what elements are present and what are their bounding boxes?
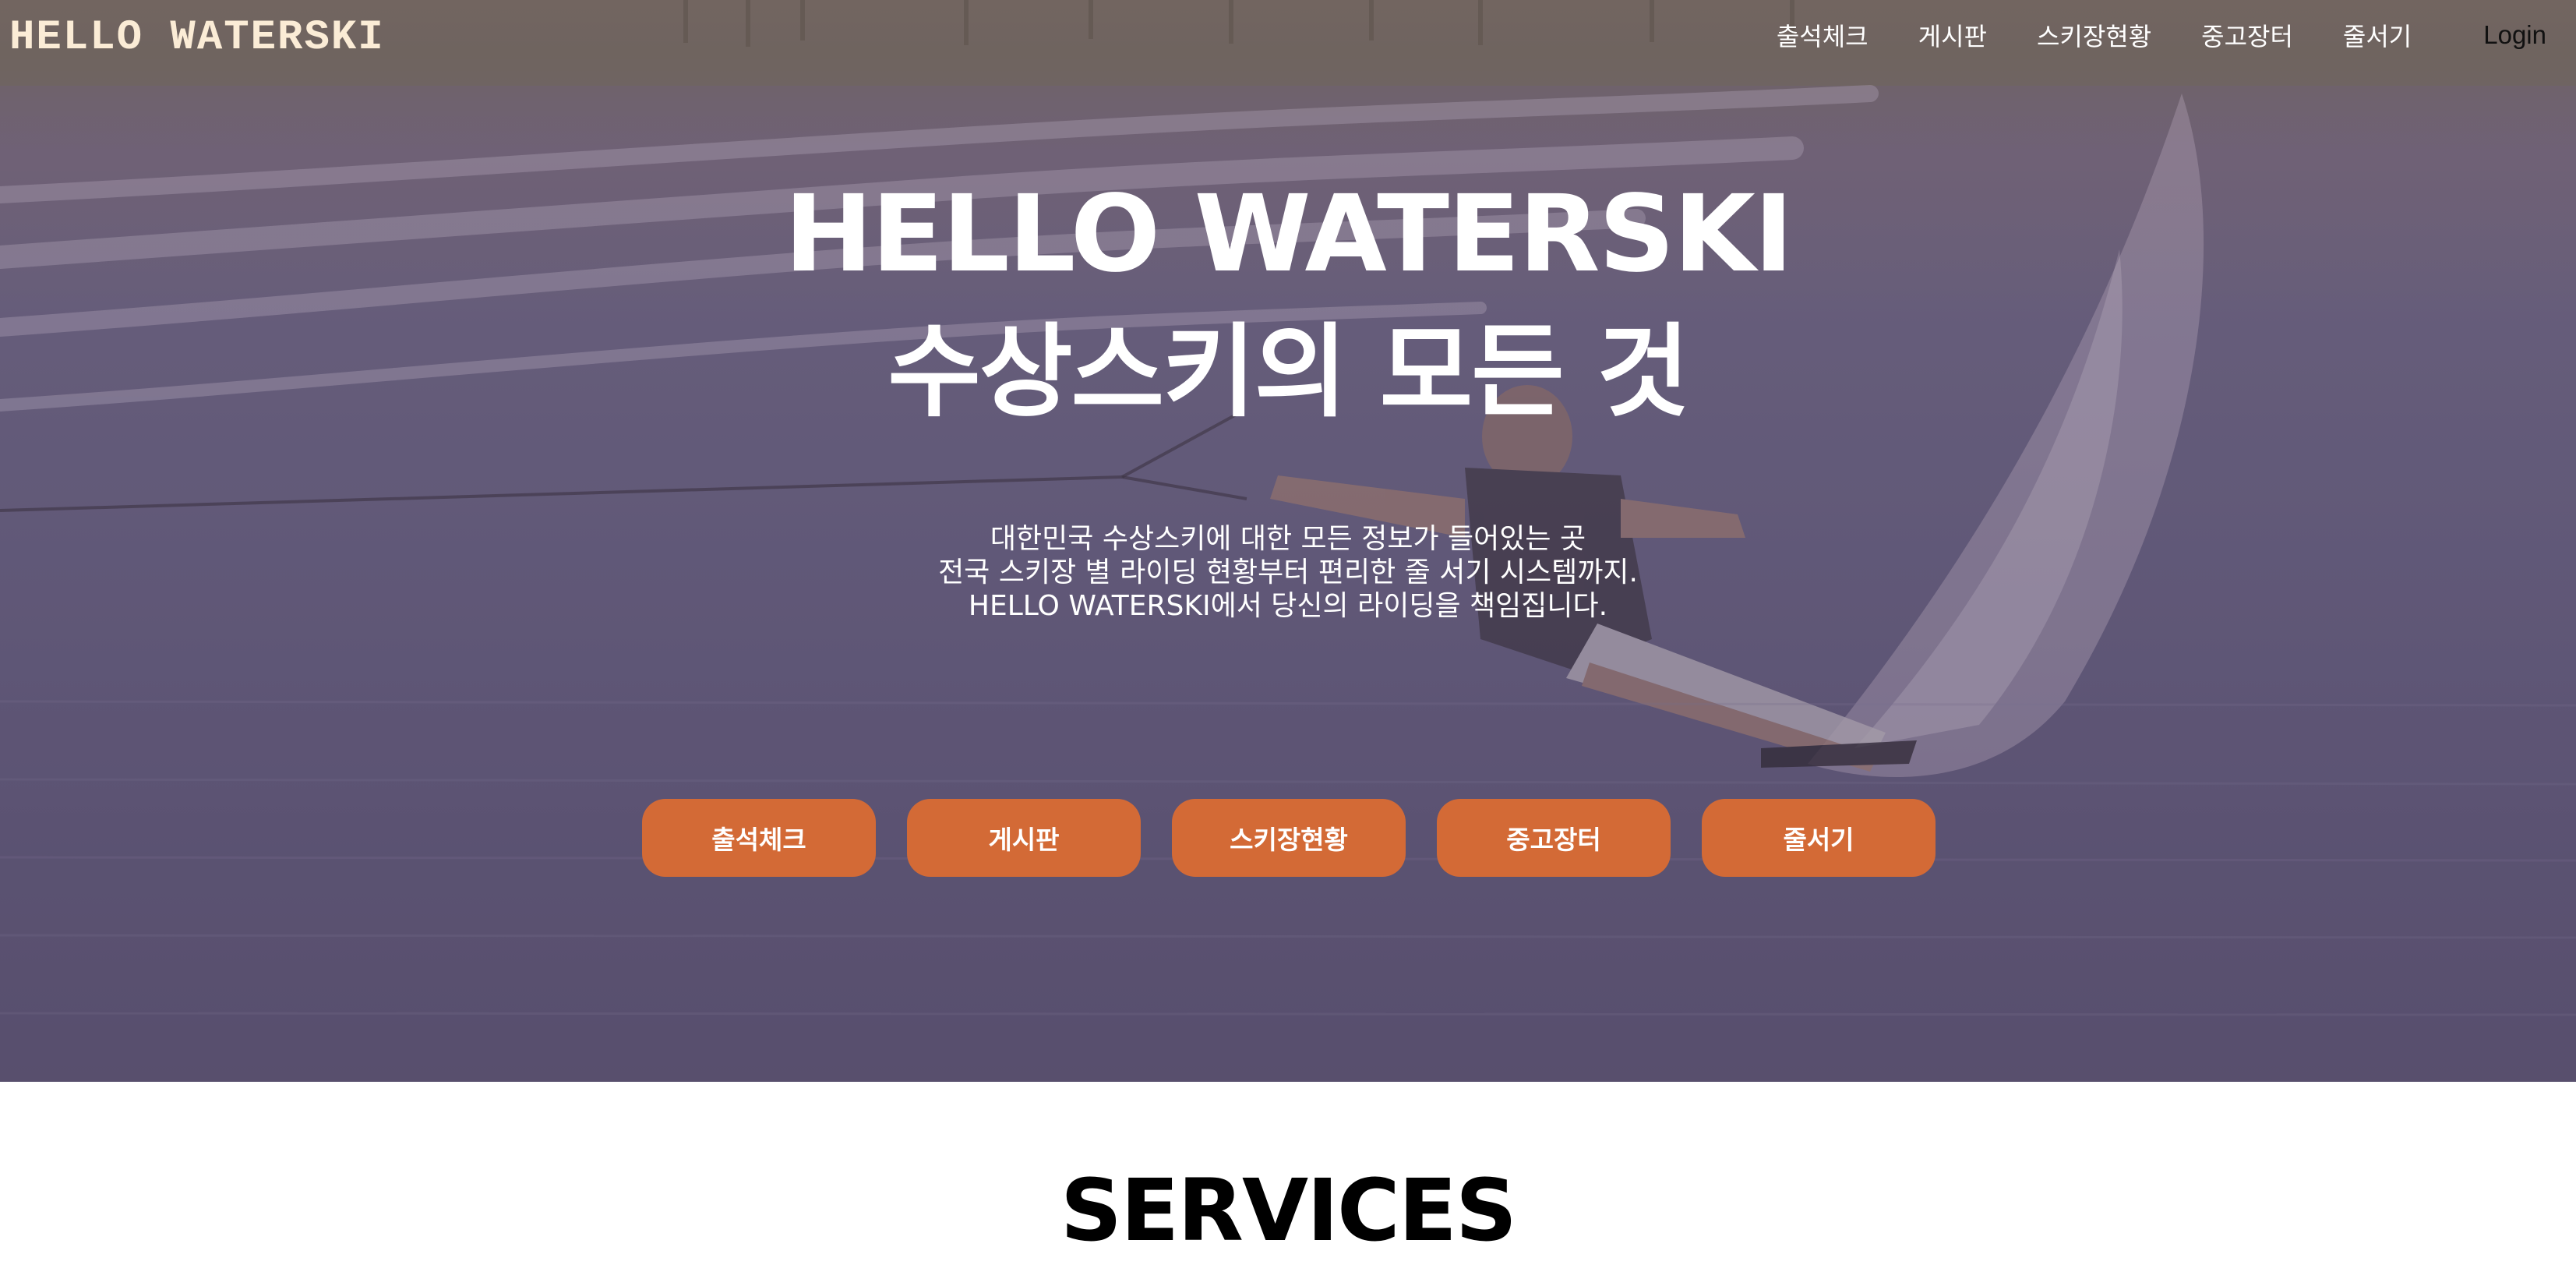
nav-item-ski-status[interactable]: 스키장현황 <box>2037 17 2151 53</box>
nav-menu: 출석체크 게시판 스키장현황 중고장터 줄서기 Login <box>1777 17 2576 53</box>
queue-button[interactable]: 줄서기 <box>1702 799 1936 877</box>
hero-description-line: 전국 스키장 별 라이딩 현황부터 편리한 줄 서기 시스템까지. <box>938 556 1638 588</box>
nav-item-market[interactable]: 중고장터 <box>2201 17 2293 53</box>
ski-status-button[interactable]: 스키장현황 <box>1172 799 1406 877</box>
attendance-button[interactable]: 출석체크 <box>642 799 876 877</box>
board-button[interactable]: 게시판 <box>907 799 1141 877</box>
brand-logo[interactable]: HELLO WATERSKI <box>9 14 385 62</box>
hero-description: 대한민국 수상스키에 대한 모든 정보가 들어있는 곳 전국 스키장 별 라이딩… <box>0 522 2576 623</box>
services-heading: SERVICES <box>1060 1161 1517 1260</box>
hero-description-line: HELLO WATERSKI에서 당신의 라이딩을 책임집니다. <box>968 590 1608 622</box>
hero-button-row: 출석체크 게시판 스키장현황 중고장터 줄서기 <box>642 799 1936 877</box>
nav-item-attendance[interactable]: 출석체크 <box>1777 17 1868 53</box>
market-button[interactable]: 중고장터 <box>1437 799 1671 877</box>
nav-item-board[interactable]: 게시판 <box>1918 17 1987 53</box>
hero-title-korean: 수상스키의 모든 것 <box>887 313 1689 431</box>
hero-section: HELLO WATERSKI 출석체크 게시판 스키장현황 중고장터 줄서기 L… <box>0 0 2576 1082</box>
login-link[interactable]: Login <box>2483 20 2546 50</box>
hero-title-english: HELLO WATERSKI <box>784 173 1793 296</box>
page: HELLO WATERSKI 출석체크 게시판 스키장현황 중고장터 줄서기 L… <box>0 0 2576 1286</box>
nav-item-queue[interactable]: 줄서기 <box>2343 17 2412 53</box>
hero-description-line: 대한민국 수상스키에 대한 모든 정보가 들어있는 곳 <box>990 523 1586 555</box>
top-navigation: HELLO WATERSKI 출석체크 게시판 스키장현황 중고장터 줄서기 L… <box>0 0 2576 75</box>
